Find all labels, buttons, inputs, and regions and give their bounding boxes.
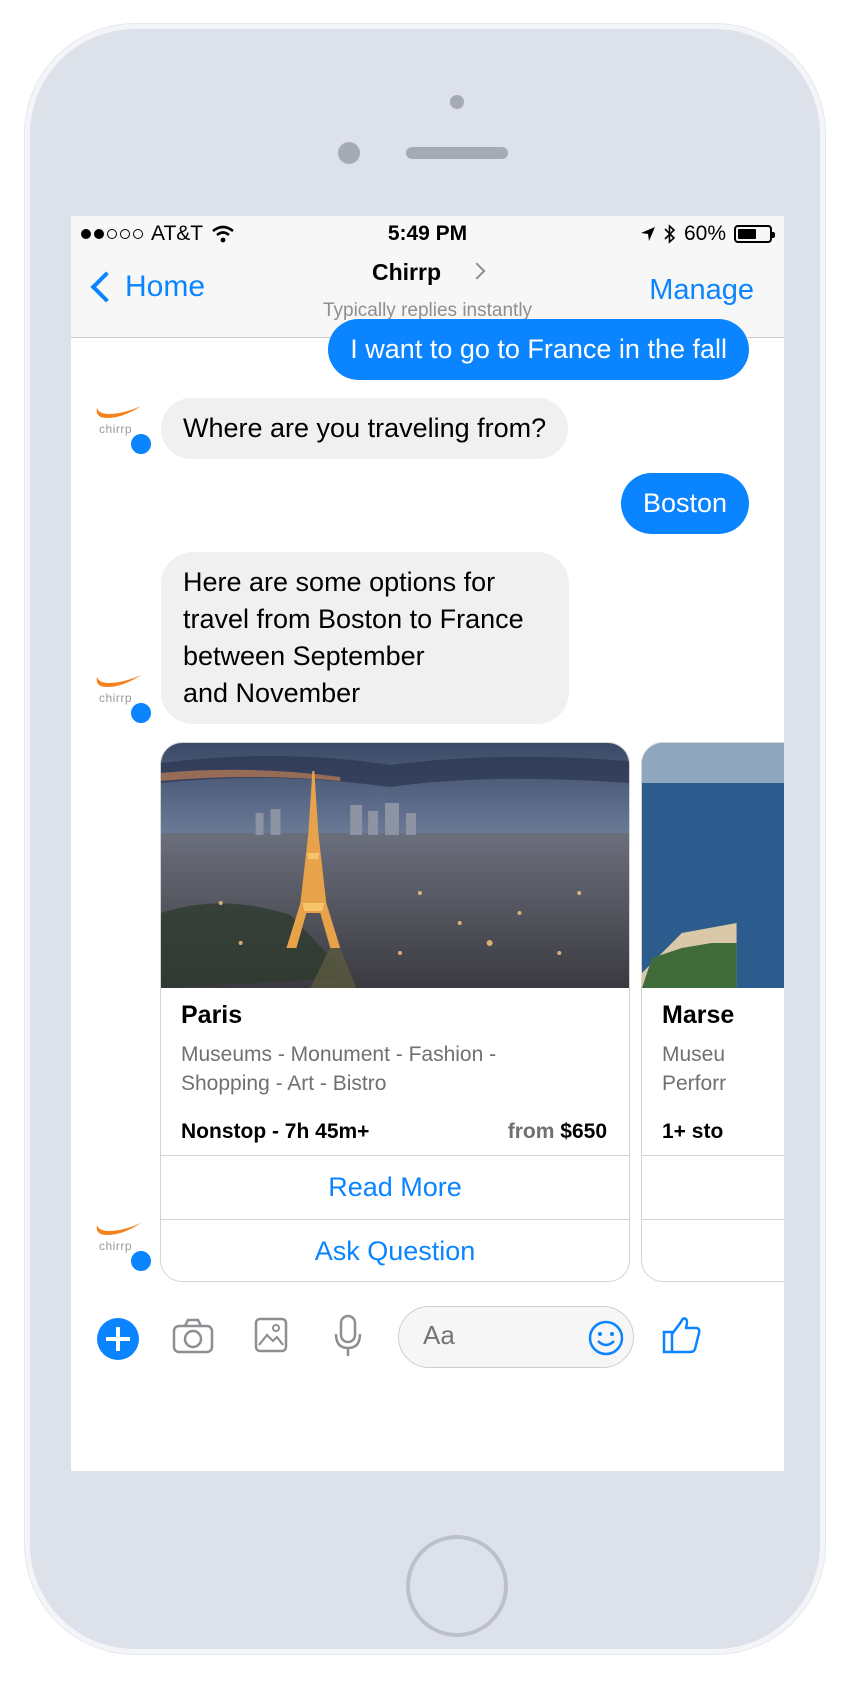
price-value: $650 bbox=[560, 1120, 607, 1143]
card-description-line: Museu bbox=[662, 1043, 726, 1066]
card-description: Museu Perforr bbox=[662, 1040, 784, 1098]
bot-avatar[interactable]: chirrp bbox=[93, 402, 153, 462]
read-more-button[interactable]: Read More bbox=[161, 1155, 629, 1219]
card-description-line: Shopping - Art - Bistro bbox=[181, 1072, 387, 1095]
messenger-badge-icon bbox=[129, 701, 153, 725]
card-button[interactable] bbox=[642, 1219, 784, 1281]
status-bar: AT&T 5:49 PM 60% bbox=[71, 216, 784, 250]
ask-question-button[interactable]: Ask Question bbox=[161, 1219, 629, 1281]
manage-button[interactable]: Manage bbox=[649, 274, 754, 307]
bot-avatar[interactable]: chirrp bbox=[93, 1219, 153, 1279]
emoji-icon[interactable] bbox=[587, 1319, 625, 1357]
price-label: from $650 bbox=[508, 1120, 607, 1144]
card-title: Paris bbox=[181, 1001, 243, 1029]
camera-icon[interactable] bbox=[171, 1316, 215, 1356]
messenger-screen: AT&T 5:49 PM 60% Home Chirrp Typically r… bbox=[71, 216, 784, 1471]
photo-gallery-icon[interactable] bbox=[253, 1316, 289, 1354]
messenger-badge-icon bbox=[129, 432, 153, 456]
card-title: Marse bbox=[662, 1001, 735, 1029]
avatar-label: chirrp bbox=[99, 422, 133, 436]
message-input[interactable] bbox=[421, 1319, 575, 1352]
message-incoming[interactable]: Here are some options for travel from Bo… bbox=[161, 552, 569, 724]
card-description-line: Museums - Monument - Fashion - bbox=[181, 1043, 497, 1066]
message-outgoing[interactable]: Boston bbox=[620, 473, 749, 534]
paris-photo bbox=[161, 743, 629, 988]
microphone-icon[interactable] bbox=[333, 1314, 363, 1358]
avatar-label: chirrp bbox=[99, 1239, 133, 1253]
thumbs-up-icon[interactable] bbox=[661, 1314, 703, 1356]
message-line: Here are some options for bbox=[183, 567, 496, 597]
chirrp-logo-icon bbox=[96, 675, 141, 687]
message-composer bbox=[71, 1302, 784, 1471]
card-description-line: Perforr bbox=[662, 1072, 727, 1095]
chirrp-logo-icon bbox=[96, 406, 141, 418]
battery-percent: 60% bbox=[683, 222, 726, 245]
front-camera bbox=[338, 142, 360, 164]
destination-card[interactable]: Paris Museums - Monument - Fashion - Sho… bbox=[160, 742, 630, 1282]
message-line: and November bbox=[183, 678, 361, 708]
message-incoming[interactable]: Where are you traveling from? bbox=[161, 398, 569, 459]
price-prefix: from bbox=[507, 1120, 555, 1143]
card-button[interactable] bbox=[642, 1155, 784, 1219]
flight-info: 1+ sto bbox=[662, 1120, 724, 1143]
bot-avatar[interactable]: chirrp bbox=[93, 671, 153, 731]
bluetooth-icon bbox=[664, 224, 676, 244]
avatar-label: chirrp bbox=[99, 691, 133, 705]
card-description: Museums - Monument - Fashion - Shopping … bbox=[181, 1040, 601, 1098]
message-line: travel from Boston to France bbox=[183, 604, 524, 634]
home-button[interactable] bbox=[406, 1535, 508, 1637]
marseille-photo bbox=[642, 743, 784, 988]
message-outgoing[interactable]: I want to go to France in the fall bbox=[328, 319, 749, 380]
page-title: Chirrp bbox=[372, 259, 441, 285]
messenger-badge-icon bbox=[129, 1249, 153, 1273]
earpiece-speaker bbox=[406, 147, 508, 159]
destination-card[interactable]: Marse Museu Perforr 1+ sto bbox=[641, 742, 784, 1282]
location-arrow-icon bbox=[640, 227, 655, 241]
chevron-right-icon bbox=[468, 262, 486, 280]
battery-icon bbox=[734, 225, 775, 243]
message-line: between September bbox=[183, 641, 425, 671]
message-input-box[interactable] bbox=[398, 1306, 634, 1368]
plus-icon[interactable] bbox=[97, 1318, 139, 1360]
chirrp-logo-icon bbox=[96, 1223, 141, 1235]
flight-info: Nonstop - 7h 45m+ bbox=[181, 1120, 370, 1143]
proximity-sensor bbox=[450, 95, 464, 109]
